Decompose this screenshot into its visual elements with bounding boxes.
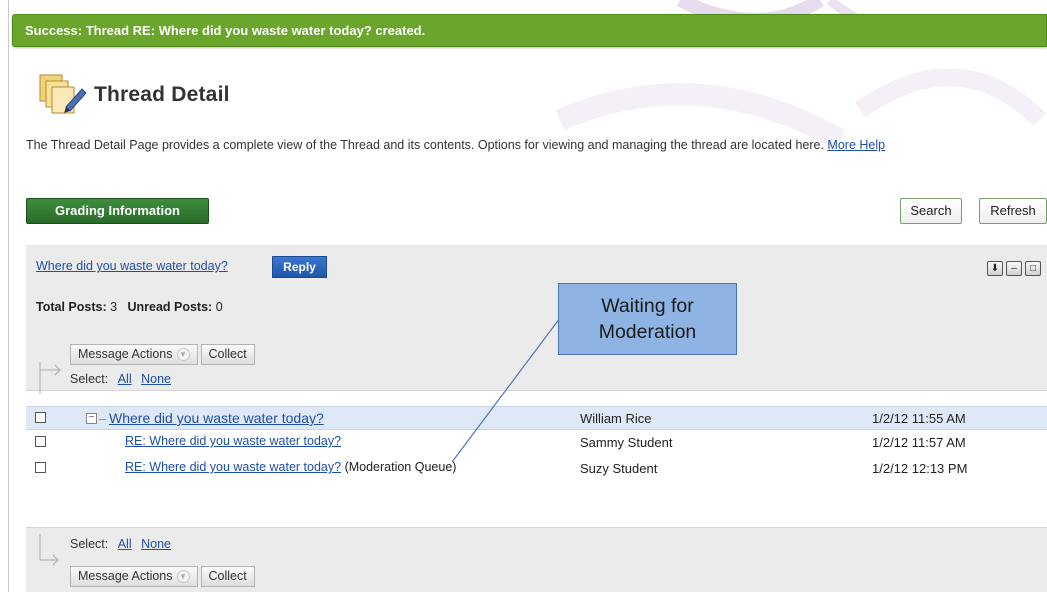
thread-title-link[interactable]: Where did you waste water today? xyxy=(36,259,228,273)
select-label: Select: xyxy=(70,537,109,551)
total-posts-value: 3 xyxy=(110,300,118,314)
reply-button[interactable]: Reply xyxy=(272,256,327,278)
expand-all-icon[interactable]: ⬇ xyxy=(987,261,1003,276)
chevron-down-icon: ▼ xyxy=(176,570,190,583)
select-label: Select: xyxy=(70,372,109,386)
unread-posts-label: Unread Posts: xyxy=(127,300,213,314)
callout-line-1: Waiting for xyxy=(601,295,694,317)
page-header: Thread Detail xyxy=(36,70,230,120)
table-row[interactable]: − – Where did you waste water today? Wil… xyxy=(26,406,1047,430)
message-actions-label: Message Actions xyxy=(78,569,173,583)
unread-posts-value: 0 xyxy=(215,300,223,314)
bottom-action-bar: Message Actions ▼ Collect xyxy=(70,566,255,587)
select-all-link[interactable]: All xyxy=(118,372,132,386)
chevron-down-icon: ▼ xyxy=(176,348,190,361)
top-select-row: Select: All None xyxy=(70,372,171,386)
select-arrow-icon xyxy=(39,534,59,566)
more-help-link[interactable]: More Help xyxy=(827,138,885,152)
row-checkbox[interactable] xyxy=(35,462,46,473)
post-date: 1/2/12 12:13 PM xyxy=(872,461,968,476)
post-title-group: RE: Where did you waste water today? (Mo… xyxy=(125,460,456,474)
post-author: Suzy Student xyxy=(580,461,658,476)
post-title-link[interactable]: Where did you waste water today? xyxy=(109,410,324,426)
refresh-button[interactable]: Refresh xyxy=(979,198,1047,224)
select-none-link[interactable]: None xyxy=(141,372,171,386)
message-actions-label: Message Actions xyxy=(78,347,173,361)
table-row[interactable]: RE: Where did you waste water today? (Mo… xyxy=(26,457,1047,481)
message-actions-button[interactable]: Message Actions ▼ xyxy=(70,344,198,365)
post-date: 1/2/12 11:55 AM xyxy=(872,411,966,426)
select-all-link[interactable]: All xyxy=(118,537,132,551)
page-title: Thread Detail xyxy=(94,83,230,106)
view-controls: ⬇ – □ xyxy=(987,261,1041,276)
message-actions-button[interactable]: Message Actions ▼ xyxy=(70,566,198,587)
search-button[interactable]: Search xyxy=(900,198,962,224)
thread-detail-icon xyxy=(39,74,87,114)
post-author: Sammy Student xyxy=(580,435,673,450)
post-counts: Total Posts: 3 Unread Posts: 0 xyxy=(36,300,223,314)
moderation-callout: Waiting for Moderation xyxy=(558,283,737,355)
collect-button[interactable]: Collect xyxy=(200,344,255,365)
select-arrow-icon xyxy=(39,362,61,394)
row-checkbox[interactable] xyxy=(35,412,46,423)
callout-line-2: Moderation xyxy=(598,321,697,343)
row-checkbox[interactable] xyxy=(35,436,46,447)
bottom-select-row: Select: All None xyxy=(70,537,171,551)
top-action-bar: Message Actions ▼ Collect xyxy=(70,344,255,365)
post-author: William Rice xyxy=(580,411,652,426)
success-message: Success: Thread RE: Where did you waste … xyxy=(12,14,1047,47)
collect-button[interactable]: Collect xyxy=(200,566,255,587)
total-posts-label: Total Posts: xyxy=(36,300,107,314)
moderation-queue-label: (Moderation Queue) xyxy=(344,460,457,474)
collapse-all-icon[interactable]: – xyxy=(1006,261,1022,276)
grading-information-button[interactable]: Grading Information xyxy=(26,198,209,224)
post-date: 1/2/12 11:57 AM xyxy=(872,435,966,450)
tree-connector: – xyxy=(99,411,107,426)
description-text: The Thread Detail Page provides a comple… xyxy=(26,138,824,152)
post-title-link[interactable]: RE: Where did you waste water today? xyxy=(125,434,341,448)
window-icon[interactable]: □ xyxy=(1025,261,1041,276)
collapse-tree-icon[interactable]: − xyxy=(86,413,97,424)
table-row[interactable]: RE: Where did you waste water today? Sam… xyxy=(26,431,1047,455)
select-none-link[interactable]: None xyxy=(141,537,171,551)
page-description: The Thread Detail Page provides a comple… xyxy=(26,136,1041,155)
post-title-link[interactable]: RE: Where did you waste water today? xyxy=(125,460,341,474)
